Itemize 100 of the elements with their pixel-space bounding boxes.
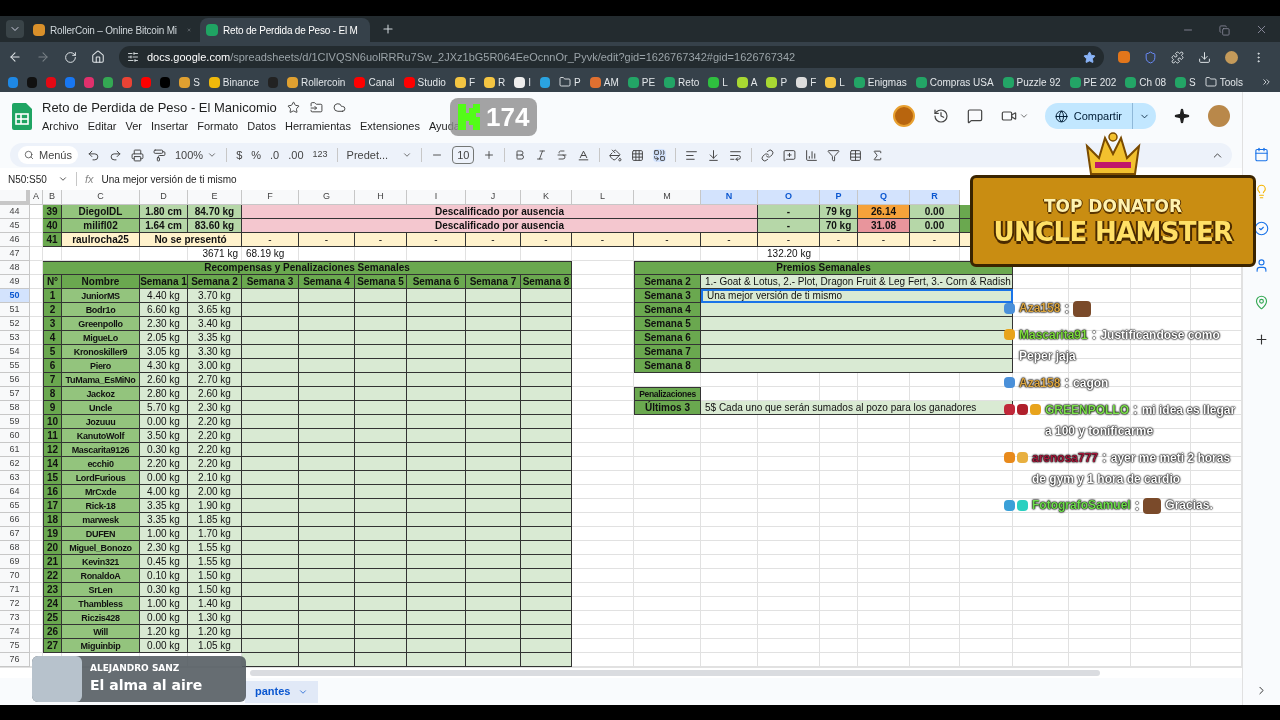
font-dropdown[interactable]: Predet... [346,146,389,164]
caret-icon[interactable] [207,150,218,160]
column-header[interactable]: N [701,190,758,205]
cloud-icon[interactable] [332,100,346,114]
italic-icon[interactable] [535,149,548,161]
add-icon[interactable] [1254,332,1269,347]
bookmark[interactable]: F [810,74,817,90]
tasks-icon[interactable] [1254,221,1269,236]
percent-button[interactable]: % [251,146,262,164]
bookmark[interactable]: A [750,74,758,90]
row-number[interactable]: 76 [0,653,30,667]
address-bar[interactable]: docs.google.com/spreadsheets/d/1CIVQSN6uolRRRu7Sw_2JXz1bG5R064EeOcnnOr_Pyvk/edit?gid=1626767342#gid=1626767342 [119,46,1104,68]
bookmark[interactable]: Rollercoin [300,74,346,90]
caret-icon[interactable] [58,174,68,184]
history-icon[interactable] [932,108,949,124]
borders-icon[interactable] [631,148,645,162]
vertical-align-icon[interactable] [707,148,721,162]
row-number[interactable]: 73 [0,611,30,625]
menu-item[interactable]: Datos [247,118,276,135]
download-icon[interactable] [1198,50,1211,64]
bookmark-icon[interactable] [540,76,551,88]
table-icon[interactable] [849,148,863,162]
back-icon[interactable] [8,50,22,64]
bookmark-star-icon[interactable] [1083,50,1096,64]
bookmark[interactable]: AM [603,74,619,90]
strikethrough-icon[interactable] [556,149,569,161]
bookmark[interactable]: Compras USA [929,74,994,90]
row-number[interactable]: 58 [0,401,30,415]
row-number[interactable]: 60 [0,429,30,443]
shield-icon[interactable] [1144,50,1157,64]
increase-decimals-button[interactable]: .00 [288,146,304,164]
column-header[interactable]: Q [858,190,910,205]
comment-icon[interactable] [966,108,983,124]
bookmark-icon[interactable] [8,76,18,88]
row-number[interactable]: 49 [0,275,30,289]
account-avatar[interactable] [1208,105,1230,127]
column-header[interactable]: C [62,190,140,205]
menu-item[interactable]: Formato [197,118,239,135]
bold-icon[interactable] [514,149,527,161]
bookmark-icon[interactable] [122,76,133,88]
close-icon[interactable] [1255,23,1268,36]
number-format-button[interactable]: 123 [312,148,328,162]
comment-icon[interactable] [783,148,797,162]
font-size-field[interactable]: 10 [452,145,475,165]
row-number[interactable]: 48 [0,261,30,275]
row-number[interactable]: 65 [0,499,30,513]
column-header[interactable]: L [572,190,634,205]
collaborator-avatar[interactable] [892,105,915,127]
row-number[interactable]: 44 [0,205,30,219]
bookmark[interactable]: PE 202 [1083,74,1117,90]
bookmark[interactable]: Canal [368,74,395,90]
browser-tab[interactable]: Reto de Perdida de Peso - El M [200,18,370,42]
row-number[interactable]: 75 [0,639,30,653]
row-number[interactable]: 59 [0,415,30,429]
formula-input[interactable]: Una mejor versión de ti mismo [101,171,237,187]
menu-item[interactable]: Extensiones [360,118,420,135]
name-box[interactable]: N50:S50 [8,171,47,187]
column-header[interactable]: H [355,190,407,205]
forward-icon[interactable] [36,50,50,64]
column-header[interactable]: R [910,190,960,205]
column-header[interactable]: E [188,190,242,205]
column-header[interactable]: K [521,190,572,205]
row-number[interactable]: 56 [0,373,30,387]
bookmark[interactable]: P [574,74,581,90]
bookmark[interactable]: Tools [1219,74,1244,90]
column-header[interactable]: M [634,190,701,205]
bookmark[interactable]: S [193,74,200,90]
column-header[interactable]: G [299,190,355,205]
bookmark[interactable]: R [498,74,506,90]
row-number[interactable]: 50 [0,289,30,303]
link-icon[interactable] [761,148,775,162]
column-header[interactable]: A [30,190,43,205]
extensions-icon[interactable] [1171,50,1184,64]
decrease-decimals-button[interactable]: .0 [270,146,280,164]
increase-font-icon[interactable] [483,149,496,161]
row-number[interactable]: 46 [0,233,30,247]
row-number[interactable]: 55 [0,359,30,373]
column-header[interactable]: I [407,190,466,205]
row-number[interactable]: 74 [0,625,30,639]
column-header[interactable]: O [758,190,820,205]
menu-item[interactable]: Ver [125,118,142,135]
site-settings-icon[interactable] [127,51,139,63]
column-header[interactable]: J [466,190,521,205]
redo-icon[interactable] [109,148,122,162]
menu-item[interactable]: Herramientas [284,118,351,135]
menu-item[interactable]: Editar [87,118,117,135]
bookmark[interactable]: P [780,74,788,90]
row-number[interactable]: 61 [0,443,30,457]
column-header[interactable]: D [140,190,188,205]
sparkle-icon[interactable] [1174,108,1190,124]
caret-icon[interactable] [402,150,413,160]
bookmark[interactable]: Reto [678,74,700,90]
bookmark[interactable]: L [722,74,728,90]
move-icon[interactable] [309,100,323,114]
row-number[interactable]: 51 [0,303,30,317]
row-number[interactable]: 69 [0,555,30,569]
row-number[interactable]: 63 [0,471,30,485]
row-number[interactable]: 52 [0,317,30,331]
new-tab-icon[interactable] [381,22,395,36]
fox-icon[interactable] [1118,51,1130,63]
